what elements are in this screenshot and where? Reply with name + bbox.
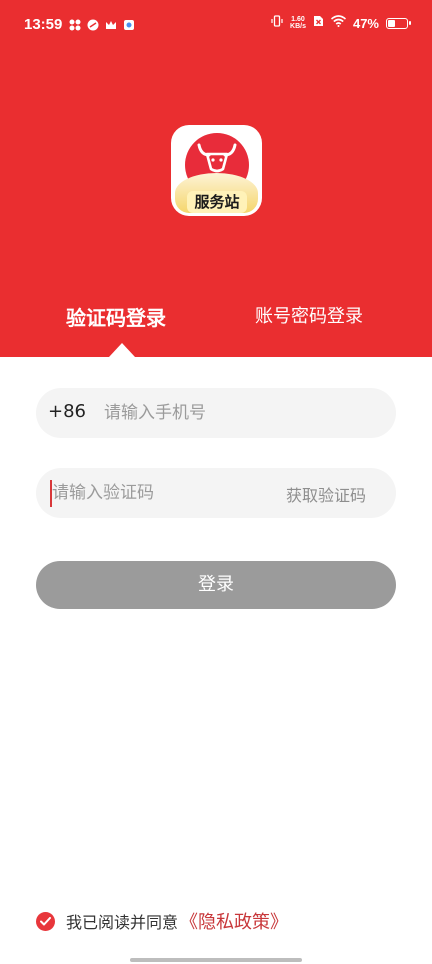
wifi-icon	[330, 14, 346, 32]
code-field: 获取验证码	[36, 468, 396, 518]
active-tab-indicator	[109, 343, 135, 357]
system-icons: 1.60 KB/s 47%	[271, 14, 411, 32]
agree-checkbox[interactable]	[36, 911, 55, 931]
home-indicator[interactable]	[130, 958, 302, 962]
network-speed-unit: KB/s	[290, 23, 306, 30]
status-bar: 13:59 1.60 KB/s 47%	[0, 0, 432, 52]
code-input[interactable]	[52, 480, 252, 506]
network-speed: 1.60 KB/s	[290, 16, 306, 30]
app-notification-icon	[123, 16, 135, 30]
vibrate-icon	[271, 14, 283, 32]
notification-icons	[69, 16, 135, 31]
phone-input[interactable]	[104, 400, 374, 426]
phone-field: +86	[36, 388, 396, 438]
crown-icon	[105, 16, 117, 29]
get-code-button[interactable]: 获取验证码	[286, 482, 366, 506]
logo-text: 服务站	[187, 191, 247, 213]
checkmark-icon	[40, 916, 51, 925]
tab-sms-login[interactable]: 验证码登录	[66, 302, 166, 331]
no-sim-icon	[313, 14, 324, 32]
agreement-text: 我已阅读并同意	[66, 913, 179, 932]
country-code[interactable]: +86	[48, 401, 86, 422]
battery-percent: 47%	[352, 15, 379, 31]
header-banner: 13:59 1.60 KB/s 47% 服务站 验证码登录 账号密码登录	[0, 0, 432, 357]
app-notification-icon	[87, 16, 99, 31]
battery-icon	[386, 17, 411, 29]
bull-icon	[197, 143, 237, 173]
network-speed-value: 1.60	[291, 16, 305, 23]
tab-password-login[interactable]: 账号密码登录	[255, 302, 363, 328]
app-logo: 服务站	[171, 125, 262, 216]
agreement-row: 我已阅读并同意 《隐私政策》	[36, 908, 288, 934]
privacy-policy-link[interactable]: 《隐私政策》	[180, 908, 288, 934]
login-button[interactable]: 登录	[36, 561, 396, 609]
app-notification-icon	[69, 16, 81, 31]
status-time: 13:59	[24, 16, 63, 33]
